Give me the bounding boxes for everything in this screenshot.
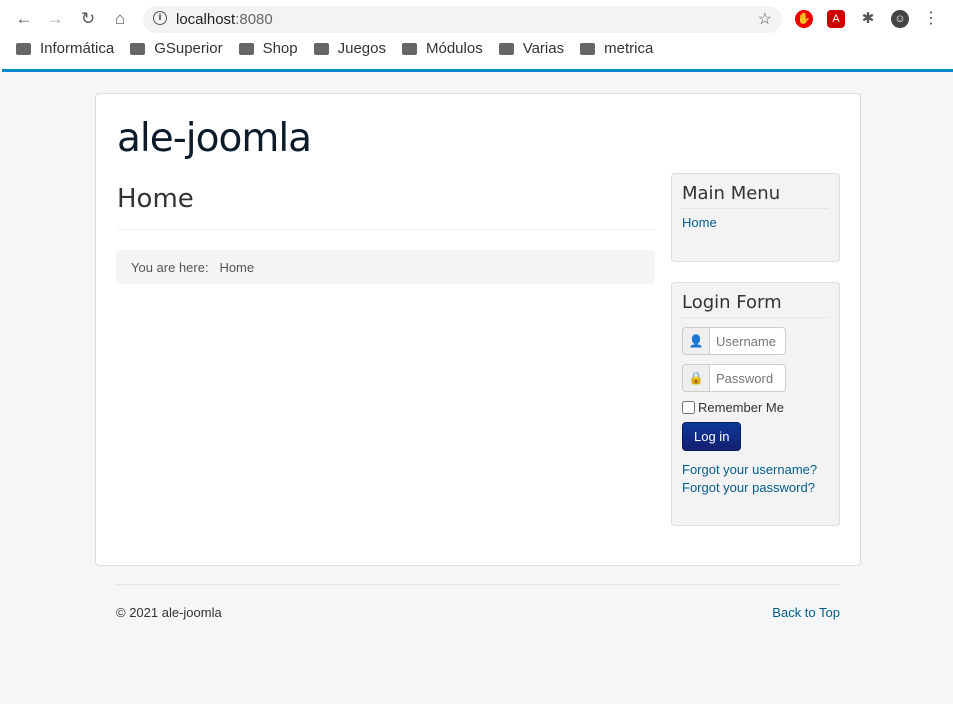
divider [117, 229, 655, 230]
breadcrumb-current: Home [219, 260, 255, 275]
bookmark-folder[interactable]: Varias [498, 40, 565, 57]
url-port: :8080 [235, 11, 273, 28]
folder-icon [580, 42, 596, 55]
bookmark-folder[interactable]: Módulos [402, 40, 483, 57]
copyright: © 2021 ale-joomla [116, 605, 222, 620]
bookmark-label: Juegos [337, 40, 386, 57]
reload-icon[interactable]: ↻ [77, 9, 99, 29]
address-bar[interactable]: i localhost:8080 ☆ [143, 6, 782, 33]
footer-divider [116, 584, 840, 585]
breadcrumb: You are here: Home [116, 250, 655, 284]
bookmark-label: metrica [604, 40, 654, 57]
page-title: Home [117, 184, 194, 214]
folder-icon [130, 42, 146, 55]
bookmarks-bar: Informática GSuperior Shop Juegos Módulo… [16, 40, 669, 57]
forgot-password-link[interactable]: Forgot your password? [682, 480, 815, 495]
adblock-extension-icon[interactable]: ✋ [795, 10, 813, 28]
bookmark-folder[interactable]: GSuperior [130, 40, 223, 57]
bookmark-label: GSuperior [154, 40, 223, 57]
bookmark-folder[interactable]: Juegos [313, 40, 386, 57]
back-icon[interactable]: ← [13, 9, 35, 29]
menu-item-home[interactable]: Home [682, 215, 717, 230]
page-body: ale-joomla Home You are here: Home Main … [95, 93, 861, 566]
bookmark-folder[interactable]: Informática [16, 40, 114, 57]
profile-avatar-icon[interactable]: ☺ [891, 10, 909, 28]
folder-icon [498, 42, 514, 55]
url-host: localhost [176, 11, 236, 28]
remember-checkbox[interactable] [682, 401, 695, 414]
module-title: Main Menu [682, 183, 829, 209]
user-icon: 👤 [682, 327, 710, 355]
main-menu-module: Main Menu Home [671, 173, 840, 262]
browser-chrome: ← → ↻ ⌂ i localhost:8080 ☆ ✋ A ✱ ☺ ⋮ Infor… [0, 0, 953, 70]
login-module: Login Form 👤 🔒 Remember Me Log in Forgot… [671, 282, 840, 526]
site-brand[interactable]: ale-joomla [117, 116, 312, 161]
forward-icon[interactable]: → [44, 9, 66, 29]
info-icon[interactable]: i [153, 11, 167, 25]
folder-icon [313, 42, 329, 55]
breadcrumb-label: You are here: [131, 260, 209, 275]
forgot-username-link[interactable]: Forgot your username? [682, 462, 817, 477]
username-input[interactable] [710, 327, 786, 355]
login-button[interactable]: Log in [682, 422, 742, 451]
folder-icon [402, 42, 417, 55]
bookmark-label: Varias [522, 40, 565, 57]
bookmark-label: Módulos [426, 40, 483, 57]
extensions-puzzle-icon[interactable]: ✱ [859, 10, 877, 28]
bookmark-folder[interactable]: Shop [238, 40, 298, 57]
password-input[interactable] [710, 364, 786, 392]
pdf-extension-icon[interactable]: A [827, 10, 845, 28]
module-title: Login Form [682, 292, 829, 318]
menu-kebab-icon[interactable]: ⋮ [922, 10, 940, 28]
remember-label: Remember Me [698, 400, 784, 415]
home-icon[interactable]: ⌂ [109, 9, 131, 29]
back-to-top-link[interactable]: Back to Top [772, 605, 840, 620]
bookmark-label: Informática [40, 40, 115, 57]
bookmark-star-icon[interactable]: ☆ [758, 9, 772, 29]
bookmark-folder[interactable]: metrica [580, 40, 653, 57]
lock-icon: 🔒 [682, 364, 710, 392]
folder-icon [238, 42, 254, 55]
folder-icon [16, 42, 31, 55]
accent-bar [2, 69, 953, 72]
bookmark-label: Shop [262, 40, 298, 57]
